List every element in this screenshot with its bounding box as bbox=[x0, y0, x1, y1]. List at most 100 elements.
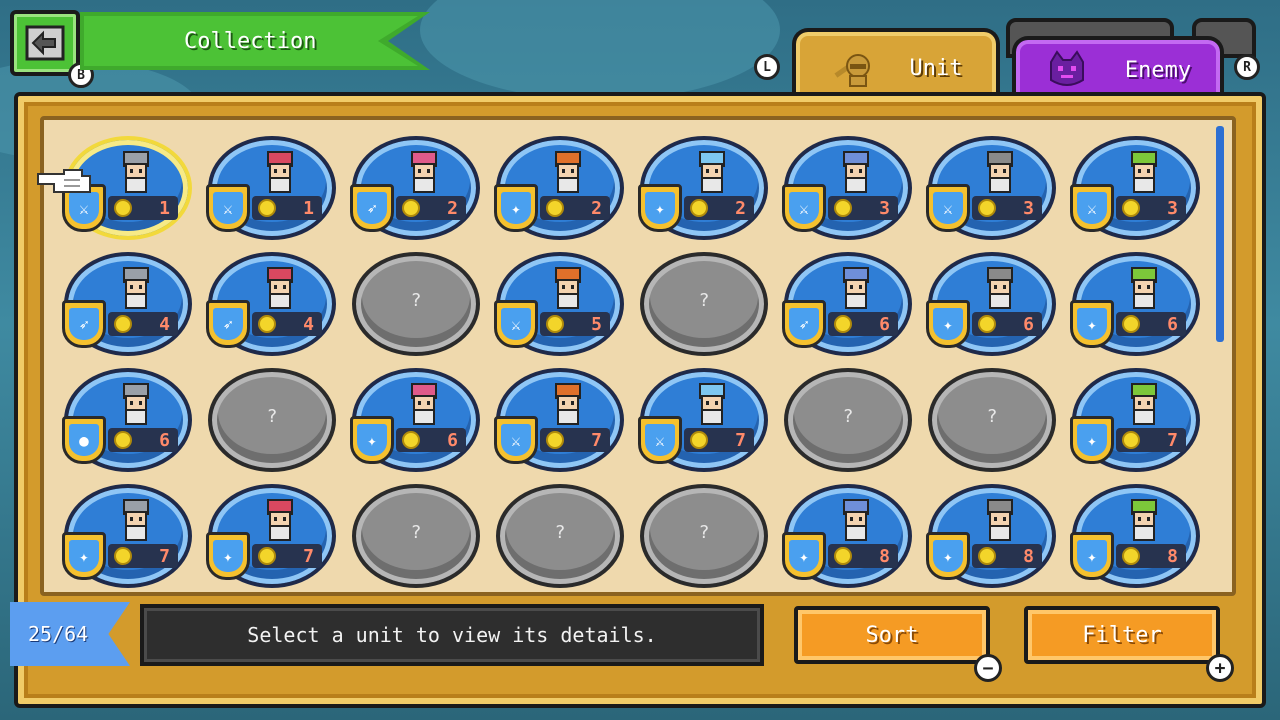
locked-unit-slot[interactable]: ? bbox=[640, 252, 768, 358]
unit-slot[interactable]: 8 ✦ bbox=[782, 484, 912, 590]
knight-helmet-icon bbox=[833, 54, 870, 87]
unit-slot[interactable]: 2 ➶ bbox=[350, 136, 480, 242]
unit-slot[interactable]: 7 ✦ bbox=[1070, 368, 1200, 474]
unit-slot[interactable]: 6 ✦ bbox=[350, 368, 480, 474]
filter-button[interactable]: Filter bbox=[1024, 606, 1220, 664]
unit-slot[interactable]: 2 ✦ bbox=[638, 136, 768, 242]
purple-cat-enemy-icon bbox=[1049, 50, 1084, 86]
unit-cost-value: 6 bbox=[447, 429, 458, 451]
page-title: Collection bbox=[184, 28, 317, 54]
coin-icon bbox=[258, 547, 276, 565]
unit-cost: 6 bbox=[396, 428, 466, 452]
unit-slot[interactable]: 6 ✦ bbox=[1070, 252, 1200, 358]
unit-slot[interactable]: 2 ✦ bbox=[494, 136, 624, 242]
unit-cost-value: 1 bbox=[303, 197, 314, 219]
scrollbar[interactable] bbox=[1214, 126, 1226, 596]
locked-unit-label: ? bbox=[842, 406, 854, 427]
unit-class-bomb-icon: ● bbox=[62, 416, 106, 464]
scrollbar-thumb[interactable] bbox=[1216, 126, 1224, 342]
coin-icon bbox=[114, 199, 132, 217]
unit-slot[interactable]: 8 ✦ bbox=[926, 484, 1056, 590]
unit-slot[interactable]: 4 ➶ bbox=[206, 252, 336, 358]
unit-slot[interactable]: 7 ✦ bbox=[62, 484, 192, 590]
unit-cost: 6 bbox=[1116, 312, 1186, 336]
unit-slot[interactable]: 5 ⚔ bbox=[494, 252, 624, 358]
title-banner: Collection bbox=[84, 16, 418, 66]
coin-icon bbox=[402, 431, 420, 449]
unit-class-staff-icon: ✦ bbox=[350, 416, 394, 464]
unit-portrait-icon bbox=[1131, 151, 1157, 193]
unit-slot[interactable]: 6 ➶ bbox=[782, 252, 912, 358]
unit-portrait-icon bbox=[123, 267, 149, 309]
unit-cost: 3 bbox=[972, 196, 1042, 220]
unit-class-staff-icon: ✦ bbox=[206, 532, 250, 580]
unit-slot[interactable]: 7 ✦ bbox=[206, 484, 336, 590]
unit-cost: 4 bbox=[252, 312, 322, 336]
filter-key-badge: + bbox=[1206, 654, 1234, 682]
back-button[interactable] bbox=[10, 10, 80, 76]
unit-grid-area: 1 ⚔ 1 ⚔ 2 ➶ 2 ✦ 2 ✦ 3 ⚔ 3 ⚔ 3 ⚔ 4 ➶ 4 ➶? 5 ⚔? 6 ➶ 6 ✦ 6 ✦ 6 ●? 6 ✦ 7 ⚔ 7 ⚔?… bbox=[40, 116, 1236, 596]
tab-enemy[interactable]: Enemy bbox=[1012, 36, 1224, 100]
coin-icon bbox=[978, 199, 996, 217]
locked-unit-slot[interactable]: ? bbox=[208, 368, 336, 474]
tab-right-key-badge: R bbox=[1234, 54, 1260, 80]
unit-portrait-icon bbox=[1131, 383, 1157, 425]
unit-slot[interactable]: 7 ⚔ bbox=[494, 368, 624, 474]
coin-icon bbox=[546, 199, 564, 217]
unit-cost: 2 bbox=[540, 196, 610, 220]
locked-unit-slot[interactable]: ? bbox=[496, 484, 624, 590]
unit-slot[interactable]: 3 ⚔ bbox=[926, 136, 1056, 242]
unit-cost-value: 3 bbox=[1023, 197, 1034, 219]
unit-cost: 8 bbox=[828, 544, 898, 568]
unit-portrait-icon bbox=[843, 267, 869, 309]
unit-cost: 8 bbox=[1116, 544, 1186, 568]
unit-class-sword-icon: ⚔ bbox=[494, 300, 538, 348]
locked-unit-label: ? bbox=[698, 290, 710, 311]
unit-slot[interactable]: 1 ⚔ bbox=[206, 136, 336, 242]
unit-slot[interactable]: 8 ✦ bbox=[1070, 484, 1200, 590]
unit-cost: 1 bbox=[108, 196, 178, 220]
locked-unit-slot[interactable]: ? bbox=[352, 252, 480, 358]
unit-cost-value: 8 bbox=[879, 545, 890, 567]
unit-portrait-icon bbox=[123, 383, 149, 425]
coin-icon bbox=[834, 199, 852, 217]
unit-slot[interactable]: 3 ⚔ bbox=[782, 136, 912, 242]
tab-enemy-label: Enemy bbox=[1124, 57, 1192, 83]
unit-portrait-icon bbox=[555, 151, 581, 193]
coin-icon bbox=[1122, 199, 1140, 217]
unit-class-sword-icon: ⚔ bbox=[926, 184, 970, 232]
unit-class-bow-icon: ➶ bbox=[206, 300, 250, 348]
unit-cost: 7 bbox=[252, 544, 322, 568]
coin-icon bbox=[690, 199, 708, 217]
unit-slot[interactable]: 7 ⚔ bbox=[638, 368, 768, 474]
unit-portrait-icon bbox=[987, 499, 1013, 541]
locked-unit-slot[interactable]: ? bbox=[640, 484, 768, 590]
coin-icon bbox=[1122, 431, 1140, 449]
unit-slot[interactable]: 6 ● bbox=[62, 368, 192, 474]
unit-cost: 4 bbox=[108, 312, 178, 336]
unit-cost-value: 3 bbox=[1167, 197, 1178, 219]
unit-cost-value: 6 bbox=[1167, 313, 1178, 335]
unit-class-staff-icon: ✦ bbox=[1070, 532, 1114, 580]
unit-cost-value: 7 bbox=[1167, 429, 1178, 451]
coin-icon bbox=[546, 315, 564, 333]
unit-class-sword-icon: ⚔ bbox=[494, 416, 538, 464]
unit-slot[interactable]: 6 ✦ bbox=[926, 252, 1056, 358]
unit-slot[interactable]: 3 ⚔ bbox=[1070, 136, 1200, 242]
coin-icon bbox=[834, 315, 852, 333]
unit-class-staff-icon: ✦ bbox=[638, 184, 682, 232]
unit-portrait-icon bbox=[123, 151, 149, 193]
locked-unit-slot[interactable]: ? bbox=[784, 368, 912, 474]
unit-class-staff-icon: ✦ bbox=[926, 532, 970, 580]
locked-unit-slot[interactable]: ? bbox=[352, 484, 480, 590]
back-arrow-icon bbox=[25, 25, 65, 61]
unit-cost-value: 8 bbox=[1167, 545, 1178, 567]
filter-button-label: Filter bbox=[1082, 622, 1162, 648]
unit-slot[interactable]: 4 ➶ bbox=[62, 252, 192, 358]
locked-unit-slot[interactable]: ? bbox=[928, 368, 1056, 474]
sort-button[interactable]: Sort bbox=[794, 606, 990, 664]
coin-icon bbox=[114, 431, 132, 449]
unit-class-staff-icon: ✦ bbox=[62, 532, 106, 580]
unit-cost: 2 bbox=[396, 196, 466, 220]
coin-icon bbox=[114, 547, 132, 565]
